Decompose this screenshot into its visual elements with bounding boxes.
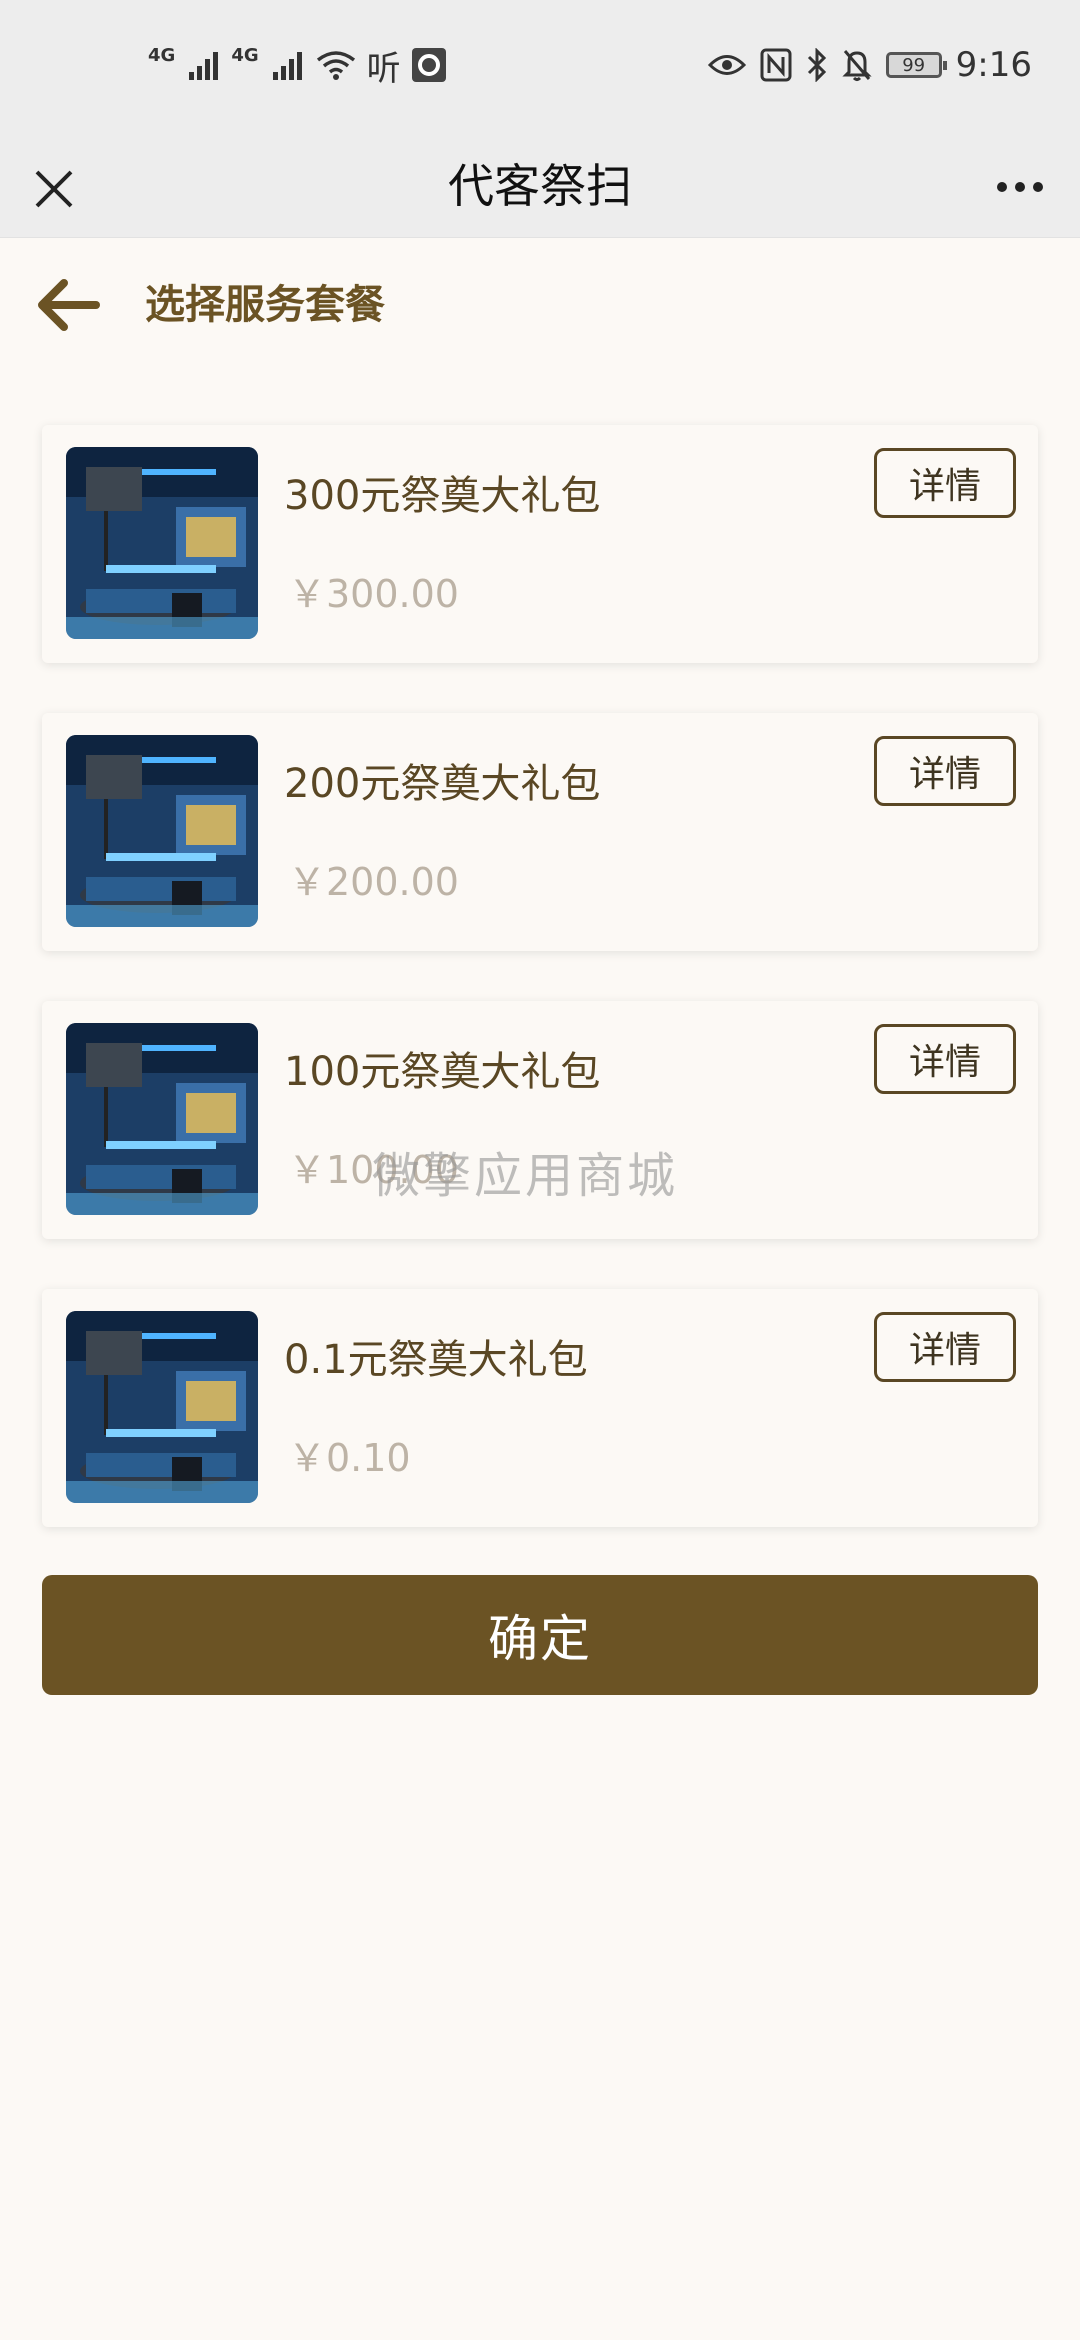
hd-audio-label: 听: [366, 48, 401, 89]
package-list: 300元祭奠大礼包 ￥300.00 详情 200元祭奠大礼包 ￥200.00 详…: [42, 425, 1038, 1577]
detail-button[interactable]: 详情: [874, 736, 1016, 806]
more-dots-icon: [1015, 182, 1025, 192]
package-name: 300元祭奠大礼包: [284, 473, 601, 519]
package-image: [66, 1311, 258, 1503]
signal-icon: [189, 52, 219, 80]
package-image: [66, 735, 258, 927]
more-dots-icon: [1033, 182, 1043, 192]
package-name: 200元祭奠大礼包: [284, 761, 601, 807]
status-left-group: 4G 4G 听: [148, 42, 447, 89]
status-time: 9:16: [955, 45, 1032, 85]
more-options-button[interactable]: [982, 157, 1058, 217]
title-bar: 代客祭扫: [0, 135, 1080, 238]
detail-button[interactable]: 详情: [874, 1312, 1016, 1382]
package-price: ￥0.10: [288, 1436, 411, 1480]
nfc-icon: [760, 48, 792, 82]
package-image: [66, 447, 258, 639]
status-bar: 4G 4G 听 99 9:16: [0, 0, 1080, 135]
battery-level: 99: [902, 54, 926, 76]
bluetooth-icon: [807, 48, 826, 82]
package-card[interactable]: 100元祭奠大礼包 ￥100.00 详情: [42, 1001, 1038, 1239]
package-name: 0.1元祭奠大礼包: [284, 1337, 588, 1383]
package-card[interactable]: 0.1元祭奠大礼包 ￥0.10 详情: [42, 1289, 1038, 1527]
package-image: [66, 1023, 258, 1215]
battery-indicator: 99: [885, 52, 947, 78]
package-price: ￥300.00: [288, 572, 459, 616]
package-card[interactable]: 200元祭奠大礼包 ￥200.00 详情: [42, 713, 1038, 951]
signal-icon: [272, 52, 302, 80]
package-card[interactable]: 300元祭奠大礼包 ￥300.00 详情: [42, 425, 1038, 663]
network-type-1: 4G: [148, 44, 176, 66]
package-name: 100元祭奠大礼包: [284, 1049, 601, 1095]
network-type-2: 4G: [231, 44, 259, 66]
section-title: 选择服务套餐: [145, 282, 385, 328]
status-right-group: 99 9:16: [707, 42, 1032, 88]
package-price: ￥100.00: [288, 1148, 459, 1192]
detail-button[interactable]: 详情: [874, 448, 1016, 518]
screen-record-icon: [411, 48, 446, 82]
eye-icon: [707, 55, 746, 75]
wifi-icon: [316, 51, 355, 80]
more-dots-icon: [997, 182, 1007, 192]
confirm-button[interactable]: 确定: [42, 1575, 1038, 1695]
detail-button[interactable]: 详情: [874, 1024, 1016, 1094]
back-button[interactable]: [30, 272, 104, 338]
package-price: ￥200.00: [288, 860, 459, 904]
arrow-left-icon: [38, 279, 100, 331]
page-title: 代客祭扫: [448, 159, 632, 213]
section-header: 选择服务套餐: [0, 250, 1080, 360]
mute-bell-icon: [842, 50, 872, 81]
